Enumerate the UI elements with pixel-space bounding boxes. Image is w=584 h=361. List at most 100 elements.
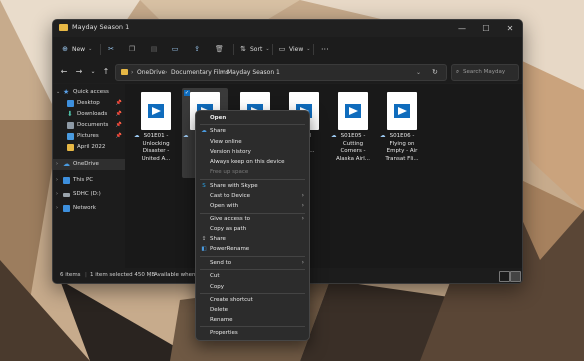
copy-button[interactable]: ❐	[128, 42, 136, 56]
sidebar-item-pictures[interactable]: Pictures 📌	[53, 131, 125, 142]
menu-label: Cut	[210, 273, 220, 279]
sidebar-item-desktop[interactable]: Desktop 📌	[53, 98, 125, 109]
cut-button[interactable]: ✂	[107, 42, 115, 56]
sidebar-item-documents[interactable]: Documents 📌	[53, 120, 125, 131]
title-bar: Mayday Season 1 — ☐ ✕	[53, 20, 522, 37]
menu-create-shortcut[interactable]: Create shortcut	[196, 295, 309, 305]
menu-view-online[interactable]: View online	[196, 137, 309, 147]
menu-cast-to-device[interactable]: Cast to Device ›	[196, 191, 309, 201]
menu-label: Copy as path	[210, 226, 247, 232]
close-button[interactable]: ✕	[498, 20, 522, 37]
menu-open[interactable]: Open	[196, 113, 309, 123]
pin-icon: 📌	[115, 133, 122, 139]
menu-delete[interactable]: Delete	[196, 305, 309, 315]
menu-properties[interactable]: Properties	[196, 328, 309, 338]
sidebar-item-onedrive[interactable]: › ☁ OneDrive	[53, 159, 125, 170]
view-button[interactable]: ▭ View ⌄	[278, 42, 311, 56]
menu-share-with-skype[interactable]: S Share with Skype	[196, 181, 309, 191]
chevron-right-icon: ›	[221, 69, 224, 76]
menu-powerrename[interactable]: ◧ PowerRename	[196, 244, 309, 254]
menu-label: View online	[210, 139, 242, 145]
sidebar-item-downloads[interactable]: ⬇ Downloads 📌	[53, 109, 125, 120]
back-button[interactable]: ←	[59, 66, 69, 78]
breadcrumb-current-folder[interactable]: Mayday Season 1	[227, 65, 280, 80]
menu-copy[interactable]: Copy	[196, 282, 309, 292]
file-item[interactable]: ☁ S01E06 - Flying on Empty - Air Transat…	[379, 88, 425, 178]
cloud-icon: ☁	[183, 133, 189, 139]
chevron-right-icon: ›	[301, 259, 304, 266]
sidebar-item-quick-access[interactable]: ⌄ ★ Quick access	[53, 87, 125, 98]
sidebar-item-label: This PC	[73, 177, 94, 183]
menu-version-history[interactable]: Version history	[196, 147, 309, 157]
forward-button[interactable]: →	[74, 66, 84, 78]
menu-send-to[interactable]: Send to ›	[196, 258, 309, 268]
sidebar-item-sdhc[interactable]: › SDHC (D:)	[53, 189, 125, 200]
recent-locations-button[interactable]: ⌄	[88, 66, 98, 78]
chevron-right-icon: ›	[165, 69, 168, 76]
details-view-button[interactable]	[499, 271, 510, 282]
availability-status: Available when o	[154, 272, 201, 278]
refresh-icon[interactable]: ↻	[432, 65, 438, 80]
menu-label: Send to	[210, 260, 232, 266]
menu-cut[interactable]: Cut	[196, 271, 309, 281]
divider	[272, 44, 273, 55]
chevron-right-icon: ›	[301, 192, 304, 199]
pin-icon: 📌	[115, 100, 122, 106]
sort-button[interactable]: ⇅ Sort ⌄	[239, 42, 269, 56]
picture-icon	[67, 133, 74, 140]
menu-open-with[interactable]: Open with ›	[196, 201, 309, 211]
sidebar-item-april-2022[interactable]: April 2022	[53, 142, 125, 153]
file-name: S01E06 - Flying on Empty - Air Transat F…	[385, 133, 419, 162]
up-button[interactable]: ↑	[101, 66, 111, 78]
address-bar[interactable]: › OneDrive › Documentary Films › Mayday …	[115, 64, 447, 81]
paste-icon: ▤	[150, 45, 158, 53]
pin-icon: 📌	[115, 122, 122, 128]
chevron-down-icon[interactable]: ⌄	[416, 65, 421, 80]
menu-share-onedrive[interactable]: ☁ Share	[196, 126, 309, 136]
window-title: Mayday Season 1	[72, 23, 130, 31]
search-box[interactable]: ⌕ Search Mayday Se...	[451, 64, 519, 90]
menu-share[interactable]: ⇪ Share	[196, 234, 309, 244]
share-icon: ⇪	[201, 236, 207, 242]
sort-icon: ⇅	[240, 45, 246, 53]
menu-label: Copy	[210, 284, 224, 290]
sidebar-item-label: Documents	[77, 122, 109, 128]
menu-give-access-to[interactable]: Give access to ›	[196, 214, 309, 224]
maximize-button[interactable]: ☐	[474, 20, 498, 37]
sidebar-item-this-pc[interactable]: › This PC	[53, 175, 125, 186]
menu-label: Rename	[210, 317, 233, 323]
menu-copy-as-path[interactable]: Copy as path	[196, 224, 309, 234]
view-label: View	[289, 45, 304, 53]
chevron-right-icon: ›	[301, 215, 304, 222]
large-icons-view-button[interactable]	[510, 271, 521, 282]
sidebar-item-label: Quick access	[73, 89, 109, 95]
chevron-down-icon: ⌄	[88, 46, 93, 52]
paste-button[interactable]: ▤	[150, 42, 158, 56]
menu-rename[interactable]: Rename	[196, 315, 309, 325]
video-file-icon	[338, 92, 368, 130]
delete-button[interactable]: 🗑	[215, 42, 224, 56]
file-item[interactable]: ☁ S01E01 - Unlocking Disaster - United A…	[133, 88, 179, 178]
new-button[interactable]: ⊕ New ⌄	[61, 42, 92, 56]
menu-label: Share with Skype	[210, 183, 258, 189]
menu-always-keep[interactable]: Always keep on this device	[196, 157, 309, 167]
desktop-icon	[67, 100, 74, 107]
plus-circle-icon: ⊕	[62, 45, 68, 53]
cloud-icon: ☁	[63, 160, 70, 168]
sidebar-item-label: Network	[73, 205, 96, 211]
sidebar-item-network[interactable]: › Network	[53, 203, 125, 214]
file-item[interactable]: ☁ S01E05 - Cutting Corners - Alaska Airl…	[330, 88, 376, 178]
more-options-button[interactable]: ···	[321, 42, 329, 56]
rename-button[interactable]: ▭	[171, 42, 179, 56]
minimize-button[interactable]: —	[450, 20, 474, 37]
share-button[interactable]: ⇪	[193, 42, 201, 56]
menu-label: Delete	[210, 307, 229, 313]
sidebar-item-label: Pictures	[77, 133, 99, 139]
context-menu: Open ☁ Share View online Version history …	[195, 110, 310, 341]
computer-icon	[63, 177, 70, 184]
breadcrumb-onedrive[interactable]: OneDrive	[137, 65, 165, 80]
folder-icon	[121, 69, 128, 75]
sidebar-item-label: OneDrive	[73, 161, 99, 167]
sort-label: Sort	[250, 45, 263, 53]
chevron-right-icon: ›	[131, 69, 134, 76]
